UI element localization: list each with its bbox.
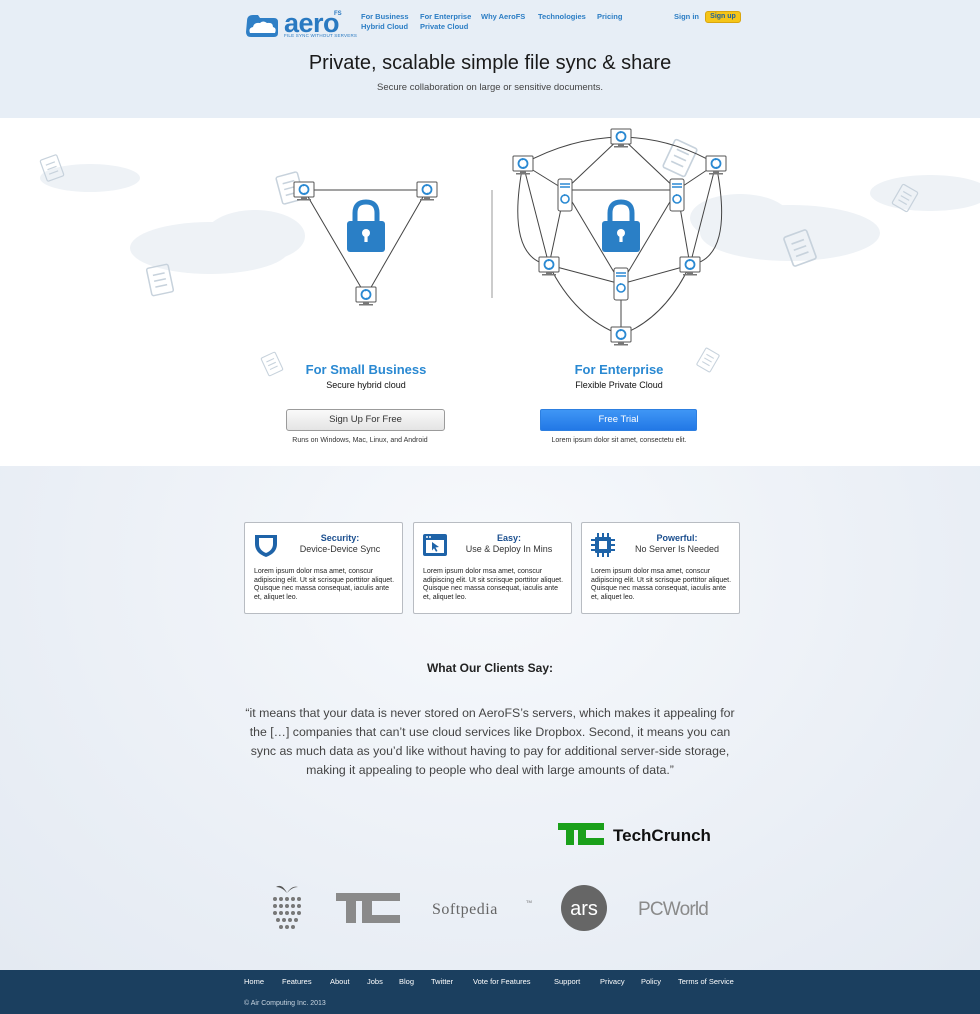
svg-text:PCWorld: PCWorld xyxy=(638,899,708,920)
softpedia-press-logo[interactable]: Softpedia TM xyxy=(430,881,534,933)
footer-link-jobs[interactable]: Jobs xyxy=(367,977,383,986)
feature-card-easy: Easy: Use & Deploy In Mins Lorem ipsum d… xyxy=(413,522,572,614)
page-title: Private, scalable simple file sync & sha… xyxy=(308,52,672,74)
nav-private-cloud[interactable]: Private Cloud xyxy=(420,22,468,31)
feature-card-security: Security: Device-Device Sync Lorem ipsum… xyxy=(244,522,403,614)
nav-for-enterprise[interactable]: For Enterprise xyxy=(420,12,471,21)
feature-subtitle: Device-Device Sync xyxy=(299,544,381,554)
pcworld-press-logo[interactable]: PCWorld xyxy=(636,881,718,933)
aerofs-logo[interactable]: aero FS FILE SYNC WITHOUT SERVERS xyxy=(244,8,357,41)
nav-hybrid-cloud[interactable]: Hybrid Cloud xyxy=(361,22,408,31)
footer-link-home[interactable]: Home xyxy=(244,977,264,986)
small-business-note: Runs on Windows, Mac, Linux, and Android xyxy=(292,437,428,444)
logo-tagline: FILE SYNC WITHOUT SERVERS xyxy=(284,33,358,38)
cursor-window-icon xyxy=(423,534,447,556)
shield-icon xyxy=(255,535,277,557)
lock-icon xyxy=(602,202,640,252)
footer-link-privacy[interactable]: Privacy xyxy=(600,977,625,986)
svg-text:ars: ars xyxy=(570,898,598,920)
site-footer: Home Features About Jobs Blog Twitter Vo… xyxy=(0,970,980,1014)
enterprise-subtitle: Flexible Private Cloud xyxy=(575,380,663,390)
apple-press-logo[interactable] xyxy=(268,881,306,933)
features-section: Security: Device-Device Sync Lorem ipsum… xyxy=(0,466,980,970)
testimonial-quote: “it means that your data is never stored… xyxy=(245,706,735,777)
feature-body: Lorem ipsum dolor msa amet, conscur adip… xyxy=(423,568,564,601)
sign-in-link[interactable]: Sign in xyxy=(674,12,699,21)
nav-why-aerofs[interactable]: Why AeroFS xyxy=(481,12,525,21)
footer-link-terms-of-service[interactable]: Terms of Service xyxy=(678,977,734,986)
testimonials-heading: What Our Clients Say: xyxy=(426,661,554,675)
nav-for-business[interactable]: For Business xyxy=(361,12,409,21)
nav-pricing[interactable]: Pricing xyxy=(597,12,622,21)
footer-link-about[interactable]: About xyxy=(330,977,350,986)
svg-text:TM: TM xyxy=(526,899,532,904)
footer-link-vote-for-features[interactable]: Vote for Features xyxy=(473,977,531,986)
feature-body: Lorem ipsum dolor msa amet, conscur adip… xyxy=(591,568,732,601)
enterprise-title: For Enterprise xyxy=(574,362,664,377)
footer-link-policy[interactable]: Policy xyxy=(641,977,661,986)
techcrunch-wordmark: TechCrunch xyxy=(613,826,711,845)
feature-body: Lorem ipsum dolor msa amet, conscur adip… xyxy=(254,568,395,601)
ars-technica-press-logo[interactable]: ars xyxy=(560,881,608,933)
footer-link-features[interactable]: Features xyxy=(282,977,312,986)
site-header: aero FS FILE SYNC WITHOUT SERVERS For Bu… xyxy=(0,0,980,118)
sign-up-for-free-button[interactable]: Sign Up For Free xyxy=(286,409,445,431)
page-subtitle: Secure collaboration on large or sensiti… xyxy=(376,82,603,93)
footer-link-blog[interactable]: Blog xyxy=(399,977,414,986)
background-clouds xyxy=(40,164,980,274)
network-diagram xyxy=(39,128,980,377)
nav-technologies[interactable]: Technologies xyxy=(538,12,586,21)
techcrunch-logo[interactable]: TechCrunch xyxy=(558,821,728,847)
sign-up-button[interactable]: Sign up xyxy=(705,11,741,23)
svg-text:Softpedia: Softpedia xyxy=(432,901,498,918)
feature-title: Easy: xyxy=(496,533,522,543)
footer-link-twitter[interactable]: Twitter xyxy=(431,977,453,986)
enterprise-note: Lorem ipsum dolor sit amet, consectetu e… xyxy=(551,437,687,444)
lock-icon xyxy=(347,202,385,252)
techcrunch-press-logo[interactable] xyxy=(336,881,402,933)
cloud-logo-icon xyxy=(246,15,278,37)
copyright: © Air Computing Inc. 2013 xyxy=(244,1000,326,1007)
feature-subtitle: Use & Deploy In Mins xyxy=(465,544,553,554)
chip-icon xyxy=(591,533,615,557)
small-business-title: For Small Business xyxy=(305,362,427,377)
plans-section: For Small Business Secure hybrid cloud S… xyxy=(0,118,980,466)
small-business-subtitle: Secure hybrid cloud xyxy=(326,380,406,390)
feature-title: Powerful: xyxy=(656,533,698,543)
footer-link-support[interactable]: Support xyxy=(554,977,580,986)
free-trial-button[interactable]: Free Trial xyxy=(540,409,697,431)
feature-title: Security: xyxy=(320,533,360,543)
logo-superscript: FS xyxy=(334,11,342,17)
feature-subtitle: No Server Is Needed xyxy=(634,544,720,554)
feature-card-powerful: Powerful: No Server Is Needed Lorem ipsu… xyxy=(581,522,740,614)
